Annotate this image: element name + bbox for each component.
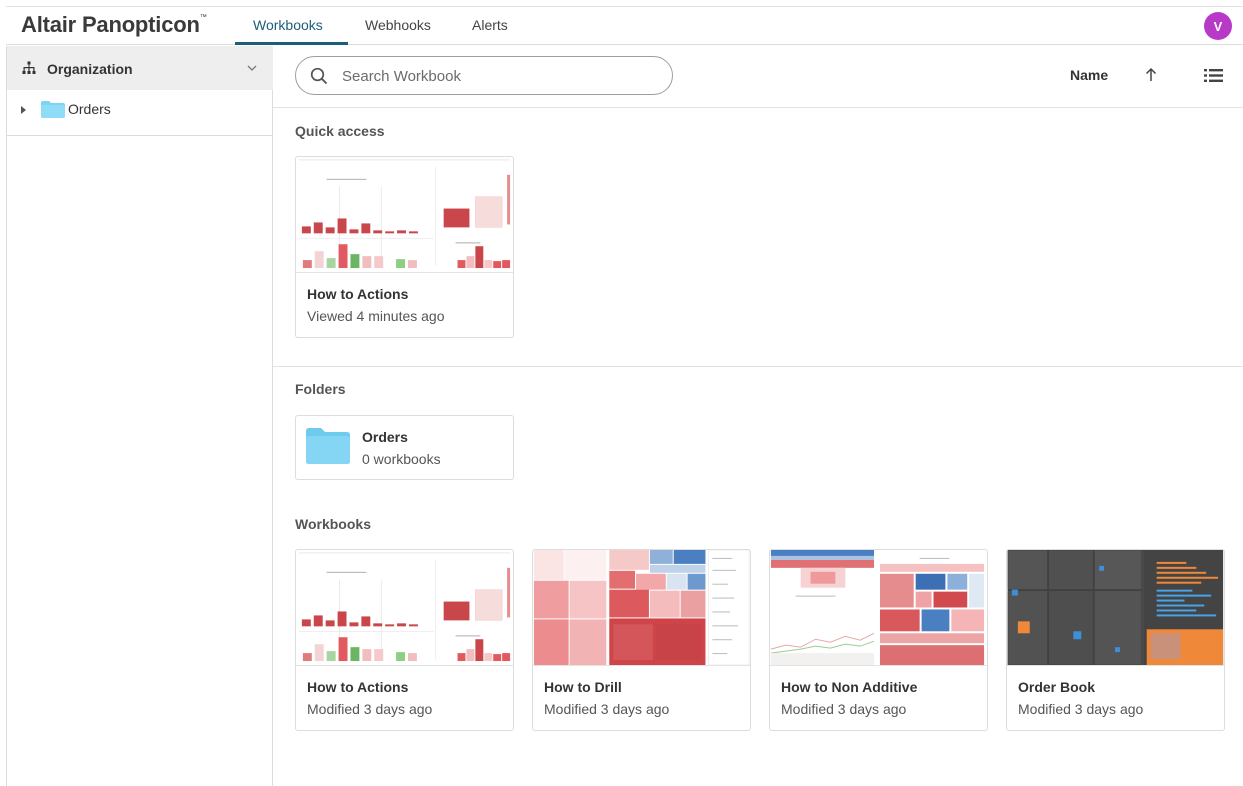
folder-card-orders[interactable]: Orders 0 workbooks: [295, 415, 514, 480]
top-bar: Altair Panopticon™ Workbooks Webhooks Al…: [6, 6, 1243, 45]
search-input[interactable]: [342, 66, 652, 86]
tab-webhooks[interactable]: Webhooks: [365, 17, 431, 33]
sidebar-item-orders[interactable]: Orders: [7, 90, 273, 136]
sidebar: Organization Orders: [6, 46, 273, 786]
card-subtitle: Modified 3 days ago: [781, 701, 907, 717]
quick-access-title: Quick access: [295, 123, 385, 139]
sort-field-button[interactable]: Name: [1070, 67, 1108, 83]
folder-name: Orders: [362, 429, 408, 445]
card-title: How to Drill: [544, 679, 622, 695]
organization-label: Organization: [47, 61, 133, 77]
workbook-thumbnail: [296, 157, 513, 273]
card-title: How to Actions: [307, 286, 409, 302]
workbook-card[interactable]: How to Actions Modified 3 days ago: [295, 549, 514, 731]
card-title: How to Non Additive: [781, 679, 918, 695]
list-view-icon[interactable]: [1204, 67, 1223, 84]
trademark: ™: [199, 14, 207, 21]
workbook-card[interactable]: How to Drill Modified 3 days ago: [532, 549, 751, 731]
chevron-down-icon[interactable]: [247, 63, 257, 73]
search-icon: [310, 67, 328, 85]
card-title: Order Book: [1018, 679, 1096, 695]
card-subtitle: Modified 3 days ago: [1018, 701, 1144, 717]
workbook-thumbnail: [1007, 550, 1224, 666]
quick-access-card[interactable]: How to Actions Viewed 4 minutes ago: [295, 156, 514, 338]
card-title: How to Actions: [307, 679, 409, 695]
app-logo: Altair Panopticon™: [21, 12, 207, 37]
card-subtitle: Modified 3 days ago: [544, 701, 670, 717]
header-divider: [273, 107, 1243, 108]
workbook-card[interactable]: Order Book Modified 3 days ago: [1006, 549, 1225, 731]
workbook-thumbnail: [770, 550, 987, 666]
organization-header[interactable]: Organization: [7, 46, 273, 90]
arrow-up-icon[interactable]: [1144, 66, 1158, 84]
tab-alerts[interactable]: Alerts: [472, 17, 508, 33]
user-avatar[interactable]: V: [1204, 12, 1232, 40]
workbooks-title: Workbooks: [295, 516, 371, 532]
workbook-card[interactable]: How to Non Additive Modified 3 days ago: [769, 549, 988, 731]
section-divider: [273, 366, 1243, 367]
card-subtitle: Modified 3 days ago: [307, 701, 433, 717]
folder-icon: [41, 101, 65, 118]
sidebar-item-label: Orders: [68, 101, 111, 117]
workbook-thumbnail: [533, 550, 750, 666]
expand-caret-icon[interactable]: [21, 106, 26, 114]
folder-icon: [306, 428, 350, 464]
hierarchy-icon: [22, 61, 36, 74]
tab-workbooks[interactable]: Workbooks: [253, 17, 323, 33]
workbook-thumbnail: [296, 550, 513, 666]
active-tab-indicator: [235, 42, 348, 45]
folders-title: Folders: [295, 381, 346, 397]
search-box[interactable]: [295, 56, 673, 95]
card-subtitle: Viewed 4 minutes ago: [307, 308, 445, 324]
folder-count: 0 workbooks: [362, 451, 441, 467]
